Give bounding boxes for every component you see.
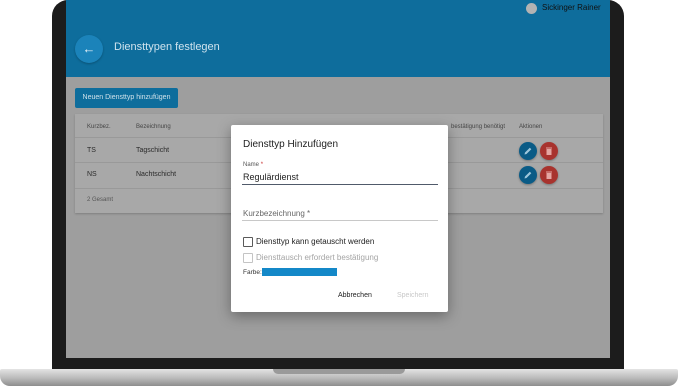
delete-button[interactable]: [540, 166, 558, 184]
user-avatar[interactable]: [526, 3, 537, 14]
name-label: Name *: [243, 162, 264, 168]
name-input[interactable]: [242, 170, 438, 185]
trash-icon: [546, 171, 552, 179]
add-type-button[interactable]: Neuen Diensttyp hinzufügen: [75, 88, 178, 108]
pencil-icon: [524, 147, 532, 155]
confirm-checkbox-label: Diensttausch erfordert bestätigung: [256, 253, 379, 262]
dialog-title: Diensttyp Hinzufügen: [243, 139, 339, 150]
page-header: ← Diensttypen festlegen: [66, 17, 610, 77]
top-bar: Sickinger Rainer: [66, 0, 610, 17]
delete-button[interactable]: [540, 142, 558, 160]
pencil-icon: [524, 171, 532, 179]
add-type-dialog: Diensttyp Hinzufügen Name * Diensttyp ka…: [231, 125, 448, 312]
color-label: Farbe:: [243, 269, 262, 276]
save-button: Speichern: [397, 292, 429, 299]
confirm-checkbox: [243, 253, 253, 263]
trash-icon: [546, 147, 552, 155]
row-name: Nachtschicht: [136, 171, 177, 178]
row-short: NS: [87, 171, 97, 178]
exchange-checkbox[interactable]: [243, 237, 253, 247]
total-count: 2 Gesamt: [87, 197, 114, 203]
user-name[interactable]: Sickinger Rainer: [542, 3, 601, 12]
edit-button[interactable]: [519, 166, 537, 184]
app-screen: Sickinger Rainer ← Diensttypen festlegen…: [66, 0, 610, 358]
column-header-name[interactable]: Bezeichnung: [136, 124, 171, 130]
page-title: Diensttypen festlegen: [114, 41, 220, 53]
column-header-short[interactable]: Kurzbez.: [87, 124, 111, 130]
column-header-actions: Aktionen: [519, 124, 543, 130]
edit-button[interactable]: [519, 142, 537, 160]
column-header-confirm[interactable]: bestätigung benötigt: [451, 124, 505, 130]
row-short: TS: [87, 147, 96, 154]
exchange-checkbox-label[interactable]: Diensttyp kann getauscht werden: [256, 237, 374, 246]
cancel-button[interactable]: Abbrechen: [338, 292, 372, 299]
short-name-input[interactable]: [242, 206, 438, 221]
back-button[interactable]: ←: [75, 35, 103, 63]
laptop-notch: [273, 369, 405, 374]
row-name: Tagschicht: [136, 147, 170, 154]
arrow-left-icon: ←: [82, 41, 96, 56]
color-picker[interactable]: [262, 268, 337, 276]
